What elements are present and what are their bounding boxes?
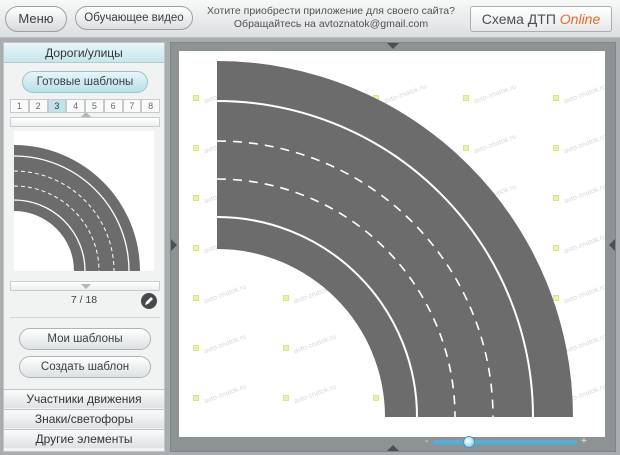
page-tab[interactable]: 8 — [141, 99, 160, 113]
menu-button[interactable]: Меню — [5, 6, 67, 32]
zoom-minus-icon[interactable]: - — [425, 436, 428, 447]
page-tabs: 12345678 — [10, 99, 160, 113]
zoom-plus-icon[interactable]: + — [581, 436, 587, 447]
ready-templates-button[interactable]: Готовые шаблоны — [22, 71, 148, 93]
page-tab[interactable]: 7 — [122, 99, 142, 113]
brand-logo: Схема ДТП Online — [470, 6, 612, 32]
my-templates-button[interactable]: Мои шаблоны — [19, 328, 151, 350]
pencil-icon[interactable] — [141, 293, 157, 309]
sidebar: Дороги/улицы Готовые шаблоны 12345678 7 … — [3, 42, 165, 452]
page-tab[interactable]: 5 — [85, 99, 104, 113]
scroll-left-icon[interactable] — [171, 239, 177, 251]
page-tab[interactable]: 2 — [28, 99, 48, 113]
tutorial-video-button[interactable]: Обучающее видео — [75, 6, 193, 30]
promo-line-2[interactable]: Обращайтесь на avtoznatok@gmail.com — [200, 18, 462, 31]
scroll-up-icon[interactable] — [387, 43, 399, 49]
zoom-slider-handle[interactable] — [463, 436, 475, 448]
page-tab[interactable]: 6 — [103, 99, 123, 113]
zoom-slider[interactable] — [433, 439, 577, 445]
preview-scroll-down[interactable] — [10, 281, 160, 291]
drawing-canvas[interactable]: avto-znatok.ru avto-znatok.ru avto-znatok.… — [179, 51, 605, 437]
brand-online: Online — [559, 11, 601, 27]
section-other-elements[interactable]: Другие элементы — [4, 429, 164, 448]
scroll-right-icon[interactable] — [609, 239, 615, 251]
page-tab[interactable]: 4 — [66, 99, 85, 113]
road-curve-thumbnail — [13, 145, 140, 272]
page-tab[interactable]: 3 — [47, 99, 67, 113]
scroll-down-icon[interactable] — [387, 445, 399, 451]
road-curve[interactable] — [179, 51, 605, 437]
preview-scroll-up[interactable] — [10, 112, 160, 127]
top-bar: Меню Обучающее видео Хотите приобрести п… — [0, 0, 620, 38]
promo-line-1: Хотите приобрести приложение для своего … — [207, 5, 455, 17]
arrow-down-icon — [81, 284, 91, 289]
create-template-button[interactable]: Создать шаблон — [19, 356, 151, 378]
page-tab[interactable]: 1 — [10, 99, 29, 113]
canvas-frame: avto-znatok.ru avto-znatok.ru avto-znatok.… — [170, 42, 616, 452]
template-counter: 7 / 18 — [70, 294, 98, 306]
arrow-up-icon — [81, 112, 91, 117]
promo-text: Хотите приобрести приложение для своего … — [200, 5, 462, 31]
section-signs-lights[interactable]: Знаки/светофоры — [4, 409, 164, 428]
divider — [10, 317, 160, 318]
section-traffic-participants[interactable]: Участники движения — [4, 389, 164, 408]
brand-title: Схема ДТП — [481, 11, 556, 27]
category-roads-header[interactable]: Дороги/улицы — [4, 43, 164, 63]
template-preview[interactable] — [13, 131, 154, 272]
